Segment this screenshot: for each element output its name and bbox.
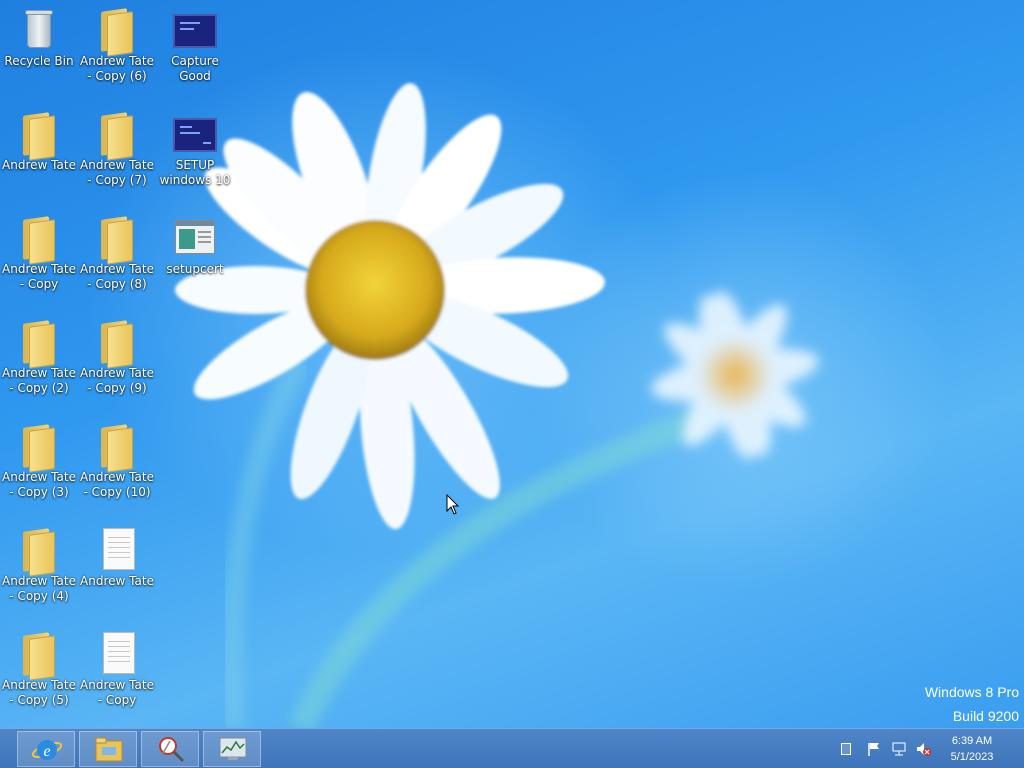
taskbar-clock[interactable]: 6:39 AM 5/1/2023 xyxy=(942,733,1002,765)
windows-edition-watermark: Windows 8 Pro xyxy=(924,684,1019,700)
desktop-icon-folder[interactable]: Andrew Tate - Copy (2) xyxy=(1,318,77,396)
volume-muted-icon[interactable] xyxy=(915,741,931,757)
folder-icon xyxy=(101,424,133,473)
desktop-icon-label: Andrew Tate - Copy (6) xyxy=(80,54,154,83)
folder-icon xyxy=(101,112,133,161)
folder-icon xyxy=(23,320,55,369)
internet-explorer-icon: e xyxy=(32,740,62,760)
desktop-icon-folder[interactable]: Andrew Tate - Copy (10) xyxy=(79,422,155,500)
desktop-icon-label: Andrew Tate - Copy (5) xyxy=(2,678,76,707)
desktop-icon-label: Andrew Tate xyxy=(2,158,76,172)
desktop-icon-label: Andrew Tate - Copy (9) xyxy=(80,366,154,395)
desktop[interactable]: Recycle Bin Andrew Tate - Copy (6) Captu… xyxy=(0,0,1024,728)
desktop-icon-folder[interactable]: Andrew Tate - Copy (6) xyxy=(79,6,155,84)
taskbar: e 6:39 AM 5/1/2023 xyxy=(0,728,1024,768)
desktop-icon-label: Recycle Bin xyxy=(4,54,74,68)
folder-icon xyxy=(101,320,133,369)
desktop-icon-folder[interactable]: Andrew Tate - Copy (5) xyxy=(1,630,77,708)
desktop-icon-text-file[interactable]: Andrew Tate - Copy xyxy=(79,630,155,708)
desktop-icon-setupcert[interactable]: setupcert xyxy=(157,214,233,277)
screen-app-icon xyxy=(173,14,217,48)
folder-icon xyxy=(23,112,55,161)
mouse-cursor-icon xyxy=(446,494,460,515)
desktop-icon-text-file[interactable]: Andrew Tate xyxy=(79,526,155,589)
magnifier-tool-icon xyxy=(159,737,185,763)
desktop-icon-label: Andrew Tate - Copy xyxy=(80,678,154,707)
desktop-icon-capture-good[interactable]: Capture Good xyxy=(157,6,233,84)
desktop-icon-folder[interactable]: Andrew Tate - Copy (7) xyxy=(79,110,155,188)
desktop-icon-folder[interactable]: Andrew Tate - Copy (3) xyxy=(1,422,77,500)
show-desktop-icon[interactable] xyxy=(838,741,854,757)
desktop-icon-label: Andrew Tate - Copy (8) xyxy=(80,262,154,291)
performance-monitor-icon xyxy=(219,737,247,760)
action-center-flag-icon[interactable] xyxy=(866,741,882,757)
desktop-icon-label: Andrew Tate - Copy (10) xyxy=(80,470,154,499)
desktop-icon-label: Andrew Tate - Copy (2) xyxy=(2,366,76,395)
desktop-icon-label: Andrew Tate - Copy (4) xyxy=(2,574,76,603)
text-document-icon xyxy=(103,632,135,674)
taskbar-file-explorer-button[interactable] xyxy=(79,731,137,767)
folder-icon xyxy=(23,424,55,473)
folder-icon xyxy=(23,216,55,265)
taskbar-internet-explorer-button[interactable]: e xyxy=(17,731,75,767)
folder-icon xyxy=(101,216,133,265)
taskbar-magnifier-button[interactable] xyxy=(141,731,199,767)
desktop-icon-label: Capture Good xyxy=(171,54,219,83)
screen-app-icon xyxy=(173,118,217,152)
clock-time: 6:39 AM xyxy=(951,735,993,747)
svg-text:e: e xyxy=(43,743,50,760)
recycle-bin-icon xyxy=(25,8,53,48)
desktop-icon-setup-windows-10[interactable]: SETUP windows 10 xyxy=(157,110,233,188)
folder-icon xyxy=(23,528,55,577)
folder-icon xyxy=(23,632,55,681)
desktop-icon-folder[interactable]: Andrew Tate - Copy (9) xyxy=(79,318,155,396)
windows-build-watermark: Build 9200 xyxy=(952,708,1019,724)
desktop-icon-folder[interactable]: Andrew Tate - Copy (4) xyxy=(1,526,77,604)
desktop-icon-label: SETUP windows 10 xyxy=(159,158,231,187)
text-document-icon xyxy=(103,528,135,570)
setup-window-icon xyxy=(175,220,215,254)
desktop-icon-label: Andrew Tate - Copy xyxy=(2,262,76,291)
desktop-icon-label: Andrew Tate - Copy (3) xyxy=(2,470,76,499)
desktop-icon-recycle-bin[interactable]: Recycle Bin xyxy=(1,6,77,69)
network-icon[interactable] xyxy=(891,741,907,757)
desktop-icon-label: Andrew Tate - Copy (7) xyxy=(80,158,154,187)
file-explorer-icon xyxy=(95,737,123,762)
desktop-icon-folder[interactable]: Andrew Tate - Copy (8) xyxy=(79,214,155,292)
clock-date: 5/1/2023 xyxy=(950,751,994,763)
desktop-icon-folder[interactable]: Andrew Tate xyxy=(1,110,77,173)
desktop-icon-label: Andrew Tate xyxy=(80,574,154,588)
folder-icon xyxy=(101,8,133,57)
desktop-icon-label: setupcert xyxy=(166,262,224,276)
taskbar-performance-monitor-button[interactable] xyxy=(203,731,261,767)
desktop-icon-folder[interactable]: Andrew Tate - Copy xyxy=(1,214,77,292)
